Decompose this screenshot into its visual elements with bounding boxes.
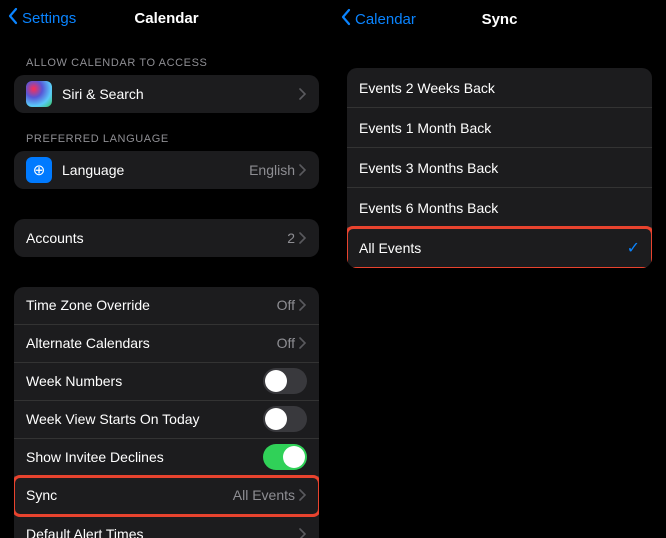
back-button-calendar[interactable]: Calendar [339,8,416,30]
back-button-settings[interactable]: Settings [6,7,76,29]
chevron-left-icon [6,7,20,29]
row-label: Default Alert Times [26,526,299,538]
siri-icon [26,81,52,107]
row-label: Events 6 Months Back [359,200,640,216]
sync-option-row[interactable]: Events 2 Weeks Back [347,68,652,108]
page-title: Calendar [134,10,198,27]
row-detail: All Events [233,487,295,503]
chevron-right-icon [299,164,307,176]
row-detail: Off [277,297,295,313]
row-label: Show Invitee Declines [26,449,263,465]
row-time-zone-override[interactable]: Time Zone Override Off [14,287,319,325]
content-right: Events 2 Weeks Back Events 1 Month Back Ev… [333,38,666,268]
chevron-right-icon [299,232,307,244]
row-default-alert-times[interactable]: Default Alert Times [14,515,319,538]
row-label: Events 1 Month Back [359,120,640,136]
calendar-settings-pane: Settings Calendar Allow Calendar to Acce… [0,0,333,538]
row-siri-search[interactable]: Siri & Search [14,75,319,113]
row-label: Events 2 Weeks Back [359,80,640,96]
page-title: Sync [482,11,518,28]
sync-option-row[interactable]: Events 3 Months Back [347,148,652,188]
row-label: Sync [26,487,233,503]
row-detail: English [249,162,295,178]
sync-option-row[interactable]: All Events✓ [347,228,652,268]
row-week-numbers[interactable]: Week Numbers [14,363,319,401]
sync-option-row[interactable]: Events 1 Month Back [347,108,652,148]
navbar-left: Settings Calendar [0,0,333,37]
group-language: ⊕ Language English [14,151,319,189]
chevron-right-icon [299,88,307,100]
row-show-invitee-declines[interactable]: Show Invitee Declines [14,439,319,477]
chevron-left-icon [339,8,353,30]
row-label: Alternate Calendars [26,335,277,351]
row-detail: Off [277,335,295,351]
section-header-language: Preferred Language [14,113,319,151]
row-label: Accounts [26,230,287,246]
row-alternate-calendars[interactable]: Alternate Calendars Off [14,325,319,363]
row-label: Siri & Search [62,86,299,102]
check-icon: ✓ [627,238,640,258]
row-label: Events 3 Months Back [359,160,640,176]
globe-icon: ⊕ [26,157,52,183]
section-header-access: Allow Calendar to Access [14,37,319,75]
chevron-right-icon [299,337,307,349]
chevron-right-icon [299,299,307,311]
back-label: Calendar [355,11,416,28]
row-sync[interactable]: Sync All Events [14,477,319,515]
row-detail: 2 [287,230,295,246]
group-accounts: Accounts 2 [14,219,319,257]
switch-week-numbers[interactable] [263,368,307,394]
chevron-right-icon [299,528,307,538]
row-language[interactable]: ⊕ Language English [14,151,319,189]
row-week-view-starts-today[interactable]: Week View Starts On Today [14,401,319,439]
group-calendar-options: Time Zone Override Off Alternate Calenda… [14,287,319,538]
group-access: Siri & Search [14,75,319,113]
row-label: All Events [359,240,627,256]
row-label: Time Zone Override [26,297,277,313]
sync-option-row[interactable]: Events 6 Months Back [347,188,652,228]
switch-invitee-declines[interactable] [263,444,307,470]
navbar-right: Calendar Sync [333,0,666,38]
content-left: Allow Calendar to Access Siri & Search P… [0,37,333,538]
sync-settings-pane: Calendar Sync Events 2 Weeks BackEvents … [333,0,666,538]
group-sync-options: Events 2 Weeks Back Events 1 Month Back Ev… [347,68,652,268]
row-accounts[interactable]: Accounts 2 [14,219,319,257]
back-label: Settings [22,10,76,27]
switch-week-view-starts[interactable] [263,406,307,432]
row-label: Week Numbers [26,373,263,389]
row-label: Language [62,162,249,178]
row-label: Week View Starts On Today [26,411,263,427]
chevron-right-icon [299,489,307,501]
